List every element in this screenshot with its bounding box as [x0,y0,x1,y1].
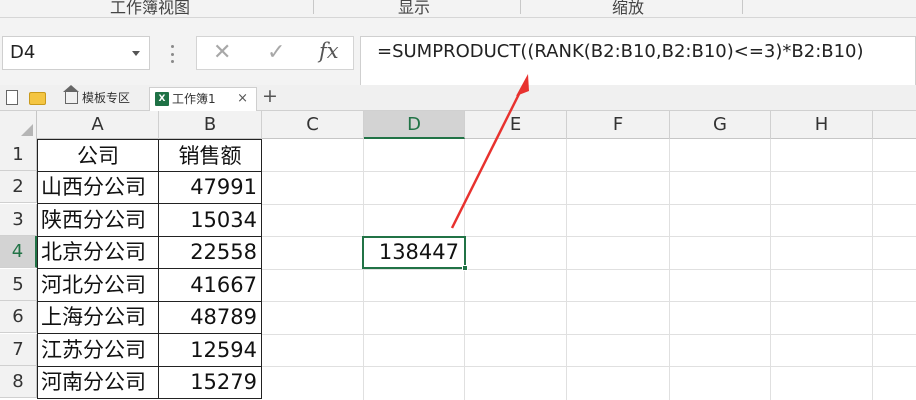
table-cell-company[interactable]: 河北分公司 [37,269,159,302]
close-icon[interactable]: × [237,88,248,110]
ribbon-divider [520,0,521,14]
row-header-8[interactable]: 8 [0,366,37,398]
row-header-4[interactable]: 4 [0,236,37,268]
column-header-d[interactable]: D [364,111,465,139]
document-tabs: 模板专区 X 工作簿1 × + [0,85,916,111]
column-headers: A B C D E F G H [0,111,916,139]
empty-cell-gridlines [262,139,916,400]
chevron-down-icon[interactable] [132,51,140,56]
table-cell-company[interactable]: 陕西分公司 [37,204,159,237]
column-header-e[interactable]: E [465,111,567,139]
ribbon-divider [313,0,314,14]
table-cell-company[interactable]: 北京分公司 [37,236,159,269]
name-box[interactable]: D4 [2,36,150,70]
column-header-c[interactable]: C [262,111,364,139]
folder-icon[interactable] [29,92,46,105]
table-cell-sales[interactable]: 48789 [159,301,262,334]
row-header-6[interactable]: 6 [0,301,37,333]
row-header-2[interactable]: 2 [0,171,37,203]
formula-text: =SUMPRODUCT((RANK(B2:B10,B2:B10)<=3)*B2:… [377,41,864,62]
new-document-icon[interactable] [6,90,18,105]
row-header-5[interactable]: 5 [0,269,37,301]
ribbon-group-show: 显示 [398,0,431,17]
home-icon [63,85,79,104]
ribbon-group-labels: 工作簿视图 显示 缩放 [0,0,916,18]
table-cell-company[interactable]: 江苏分公司 [37,334,159,367]
tab-workbook1[interactable]: X 工作簿1 × [149,87,257,111]
tab-template-zone[interactable]: 模板专区 [60,85,145,111]
drag-handle-icon[interactable] [170,45,174,63]
table-cell-sales[interactable]: 47991 [159,171,262,204]
row-header-7[interactable]: 7 [0,334,37,366]
result-value: 138447 [378,240,459,264]
insert-function-icon[interactable]: fx [319,39,339,63]
column-header-b[interactable]: B [159,111,262,139]
fill-handle[interactable] [462,265,468,271]
add-tab-icon[interactable]: + [262,85,278,107]
name-box-value: D4 [10,42,36,63]
tab-label: 工作簿1 [172,92,216,106]
table-cell-sales[interactable]: 41667 [159,269,262,302]
column-header-a[interactable]: A [37,111,159,139]
table-header-sales[interactable]: 销售额 [159,139,262,172]
table-cell-company[interactable]: 上海分公司 [37,301,159,334]
table-cell-sales[interactable]: 12594 [159,334,262,367]
tab-label: 模板专区 [82,91,131,105]
selected-cell-d4[interactable]: 138447 [362,236,468,271]
formula-bar: D4 ✕ ✓ fx =SUMPRODUCT((RANK(B2:B10,B2:B1… [0,18,916,108]
table-cell-sales[interactable]: 15034 [159,204,262,237]
table-cell-company[interactable]: 河南分公司 [37,366,159,399]
check-icon[interactable]: ✓ [267,40,285,65]
column-header-g[interactable]: G [670,111,771,139]
table-header-company[interactable]: 公司 [37,139,159,172]
ribbon-divider [742,0,743,14]
column-header-overflow[interactable] [873,111,916,139]
excel-icon: X [155,92,169,106]
formula-buttons: ✕ ✓ fx [196,36,354,70]
table-cell-company[interactable]: 山西分公司 [37,171,159,204]
ribbon-group-zoom: 缩放 [612,0,645,17]
table-cell-sales[interactable]: 22558 [159,236,262,269]
column-header-f[interactable]: F [567,111,670,139]
select-all-corner[interactable] [0,111,37,139]
row-header-1[interactable]: 1 [0,139,37,171]
table-cell-sales[interactable]: 15279 [159,366,262,399]
ribbon-group-workbook-views: 工作簿视图 [110,0,191,17]
cancel-icon[interactable]: ✕ [213,40,231,65]
row-header-3[interactable]: 3 [0,204,37,236]
column-header-h[interactable]: H [771,111,873,139]
